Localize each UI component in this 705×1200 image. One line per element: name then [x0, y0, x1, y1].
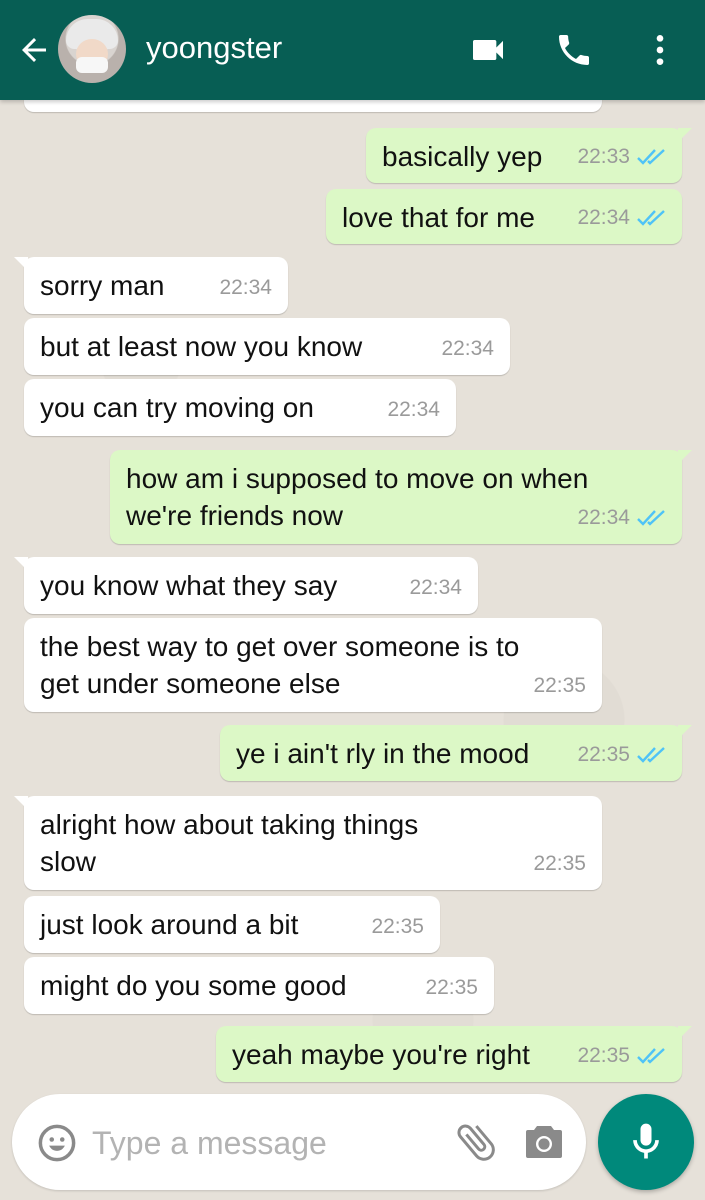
- message-text-line-1: how am i supposed to move on when: [126, 463, 589, 494]
- back-button[interactable]: [14, 30, 54, 70]
- camera-icon[interactable]: [518, 1118, 570, 1166]
- message-time: 22:34: [441, 337, 494, 360]
- message-time: 22:35: [577, 1044, 630, 1067]
- message-text-line-2: we're friends now: [126, 500, 343, 531]
- message-text-line-1: the best way to get over someone is to: [40, 631, 520, 662]
- more-vertical-icon: [656, 35, 664, 65]
- message-text: might do you some good: [40, 970, 347, 1001]
- message-text: yeah maybe you're right: [232, 1039, 530, 1070]
- paperclip-icon[interactable]: [452, 1116, 500, 1168]
- message-bubble[interactable]: but at least now you know 22:34: [24, 318, 510, 375]
- video-camera-icon: [473, 40, 503, 60]
- phone-icon: [559, 35, 589, 65]
- message-time: 22:35: [371, 915, 424, 938]
- message-text: ye i ain't rly in the mood: [236, 738, 530, 769]
- message-text: but at least now you know: [40, 331, 363, 362]
- message-text: you can try moving on: [40, 392, 314, 423]
- voice-record-button[interactable]: [598, 1094, 694, 1190]
- smiley-icon[interactable]: [36, 1122, 78, 1164]
- message-bubble[interactable]: alright how about taking things slow 22:3…: [14, 796, 602, 890]
- message-text: just look around a bit: [40, 909, 299, 940]
- message-list[interactable]: basically yep 22:33 love that for me 22:…: [0, 70, 705, 1100]
- message-bubble[interactable]: sorry man 22:34: [14, 257, 288, 314]
- double-check-icon: [637, 746, 665, 763]
- message-composer: [12, 1094, 586, 1190]
- message-input[interactable]: [90, 1114, 434, 1172]
- message-text: love that for me: [342, 202, 535, 233]
- message-time: 22:35: [533, 674, 586, 697]
- message-time: 22:35: [533, 852, 586, 875]
- message-bubble[interactable]: the best way to get over someone is to ge…: [24, 618, 602, 712]
- chat-header: yoongster: [0, 0, 705, 100]
- message-bubble[interactable]: love that for me 22:34: [326, 189, 682, 244]
- message-time: 22:34: [577, 506, 630, 529]
- message-text-line-2: get under someone else: [40, 668, 341, 699]
- message-bubble[interactable]: yeah maybe you're right 22:35: [216, 1026, 692, 1082]
- message-time: 22:35: [425, 976, 478, 999]
- message-time: 22:35: [577, 743, 630, 766]
- message-text-line-2: slow: [40, 846, 97, 877]
- double-check-icon: [637, 148, 665, 165]
- avatar[interactable]: [58, 15, 126, 83]
- message-text-line-1: alright how about taking things: [40, 809, 419, 840]
- message-bubble[interactable]: you know what they say 22:34: [14, 557, 478, 614]
- more-options-button[interactable]: [638, 28, 682, 72]
- message-bubble[interactable]: how am i supposed to move on when we're f…: [110, 450, 692, 544]
- double-check-icon: [637, 509, 665, 526]
- message-bubble[interactable]: basically yep 22:33: [366, 128, 692, 183]
- double-check-icon: [637, 1047, 665, 1064]
- message-time: 22:34: [219, 276, 272, 299]
- message-bubble[interactable]: might do you some good 22:35: [24, 957, 494, 1014]
- message-time: 22:34: [409, 576, 462, 599]
- message-time: 22:33: [577, 145, 630, 168]
- contact-name[interactable]: yoongster: [146, 30, 282, 66]
- double-check-icon: [637, 209, 665, 226]
- message-text: basically yep: [382, 141, 543, 172]
- message-time: 22:34: [577, 206, 630, 229]
- voice-call-button[interactable]: [552, 28, 596, 72]
- microphone-icon: [633, 1123, 659, 1159]
- message-bubble[interactable]: ye i ain't rly in the mood 22:35: [220, 725, 692, 781]
- message-bubble[interactable]: you can try moving on 22:34: [24, 379, 456, 436]
- video-call-button[interactable]: [466, 28, 510, 72]
- message-text: you know what they say: [40, 570, 338, 601]
- message-time: 22:34: [387, 398, 440, 421]
- arrow-left-icon: [22, 38, 46, 62]
- message-bubble[interactable]: just look around a bit 22:35: [24, 896, 440, 953]
- message-text: sorry man: [40, 270, 165, 301]
